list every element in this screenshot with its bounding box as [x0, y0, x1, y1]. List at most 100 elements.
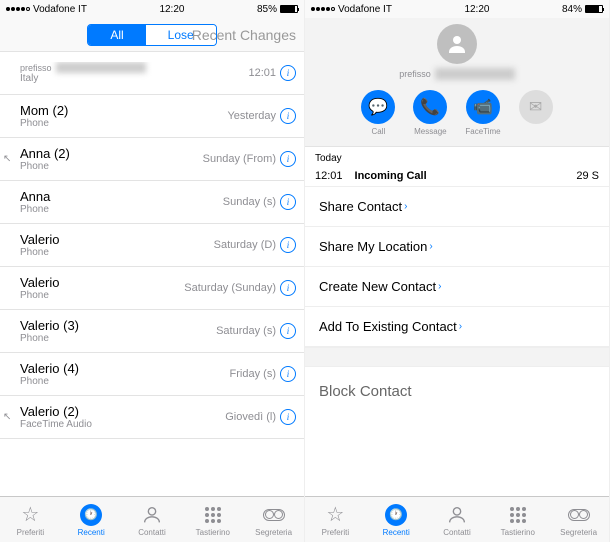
row-name: Valerio: [20, 275, 184, 290]
status-bar: Vodafone IT 12:20 85%: [0, 0, 304, 18]
call-row[interactable]: prefisso Italy 12:01 i: [0, 52, 304, 95]
contact-name: [435, 68, 515, 80]
tab-contatti[interactable]: Contatti: [427, 497, 488, 542]
call-row[interactable]: Valerio Phone Saturday (D) i: [0, 224, 304, 267]
signal-dots-icon: [6, 7, 30, 11]
battery-pct: 85%: [257, 4, 277, 15]
info-icon[interactable]: i: [280, 194, 296, 210]
row-when: Yesterday: [227, 110, 276, 122]
action-message[interactable]: 💬Call: [361, 90, 395, 136]
battery-icon: [585, 5, 603, 13]
phone-icon: 📞: [413, 90, 447, 124]
row-sub: Phone: [20, 333, 216, 344]
call-row[interactable]: Anna Phone Sunday (s) i: [0, 181, 304, 224]
row-when: Saturday (D): [214, 239, 276, 251]
carrier-label: Vodafone IT: [338, 4, 392, 15]
chevron-icon: ›: [438, 281, 441, 292]
row-sub: Phone: [20, 247, 214, 258]
call-row[interactable]: Mom (2) Phone Yesterday i: [0, 95, 304, 138]
row-prefix: prefisso: [20, 63, 52, 73]
voicemail-icon: [262, 503, 286, 527]
menu-row[interactable]: Create New Contact›: [305, 267, 609, 307]
tab-contatti[interactable]: Contatti: [122, 497, 183, 542]
menu-label: Share My Location: [319, 239, 427, 254]
menu-row[interactable]: Share My Location›: [305, 227, 609, 267]
call-row[interactable]: Valerio Phone Saturday (Sunday) i: [0, 267, 304, 310]
log-header: Today: [305, 147, 609, 166]
action-label: Message: [414, 127, 446, 136]
action-label: Call: [371, 127, 385, 136]
row-when: Sunday (s): [223, 196, 276, 208]
clock-icon: 🕐: [384, 503, 408, 527]
tab-segreteria[interactable]: Segreteria: [243, 497, 304, 542]
info-icon[interactable]: i: [280, 409, 296, 425]
action-phone[interactable]: 📞 Message: [413, 90, 447, 136]
row-sub: Phone: [20, 118, 227, 129]
tab-label: Preferiti: [17, 528, 45, 537]
log-type: Incoming Call: [355, 170, 427, 182]
contact-header: prefisso 💬Call📞Message📹FaceTime✉: [305, 18, 609, 147]
row-name: [56, 62, 146, 73]
info-icon[interactable]: i: [280, 323, 296, 339]
row-sub: Phone: [20, 161, 203, 172]
voicemail-icon: [567, 503, 591, 527]
call-log-row: 12:01 Incoming Call 29 S: [305, 166, 609, 187]
tab-tastierino[interactable]: Tastierino: [487, 497, 548, 542]
info-icon[interactable]: i: [280, 65, 296, 81]
star-icon: ☆: [18, 503, 42, 527]
call-row[interactable]: ↖ Valerio (2) FaceTime Audio Giovedì (l)…: [0, 396, 304, 439]
tab-tastierino[interactable]: Tastierino: [182, 497, 243, 542]
row-when: Friday (s): [230, 368, 276, 380]
action-video[interactable]: 📹FaceTime: [465, 90, 500, 136]
block-contact-row[interactable]: Block Contact: [305, 367, 609, 416]
menu-row[interactable]: Add To Existing Contact›: [305, 307, 609, 347]
call-row[interactable]: Valerio (4) Phone Friday (s) i: [0, 353, 304, 396]
tab-label: Segreteria: [560, 528, 597, 537]
info-icon[interactable]: i: [280, 280, 296, 296]
menu-section: Share Contact›Share My Location›Create N…: [305, 187, 609, 347]
star-icon: ☆: [323, 503, 347, 527]
row-when: Giovedì (l): [225, 411, 276, 423]
tab-segreteria[interactable]: Segreteria: [548, 497, 609, 542]
row-name: Mom (2): [20, 103, 227, 118]
tab-label: Segreteria: [255, 528, 292, 537]
tab-preferiti[interactable]: ☆Preferiti: [305, 497, 366, 542]
info-icon[interactable]: i: [280, 151, 296, 167]
call-row[interactable]: Valerio (3) Phone Saturday (s) i: [0, 310, 304, 353]
video-icon: 📹: [466, 90, 500, 124]
tab-label: Contatti: [443, 528, 471, 537]
row-name: Valerio: [20, 232, 214, 247]
person-icon: [445, 503, 469, 527]
chevron-icon: ›: [404, 201, 407, 212]
tab-preferiti[interactable]: ☆Preferiti: [0, 497, 61, 542]
row-when: Saturday (Sunday): [184, 282, 276, 294]
info-icon[interactable]: i: [280, 366, 296, 382]
row-when: 12:01: [248, 67, 276, 79]
info-icon[interactable]: i: [280, 237, 296, 253]
row-sub: Phone: [20, 376, 230, 387]
menu-row[interactable]: Share Contact›: [305, 187, 609, 227]
action-row: 💬Call 📞 Message 📹FaceTime ✉: [361, 90, 552, 136]
log-duration: 29 S: [576, 170, 599, 182]
tab-label: Tastierino: [501, 528, 535, 537]
tab-label: Tastierino: [196, 528, 230, 537]
mail-icon: ✉: [519, 90, 553, 124]
outgoing-icon: ↖: [3, 412, 11, 423]
segment-all[interactable]: All: [88, 25, 145, 45]
keypad-icon: [201, 503, 225, 527]
row-name: Valerio (3): [20, 318, 216, 333]
tab-recenti[interactable]: 🕐Recenti: [61, 497, 122, 542]
row-name: Valerio (2): [20, 404, 225, 419]
edit-link[interactable]: Recent Changes: [192, 27, 296, 43]
call-row[interactable]: ↖ Anna (2) Phone Sunday (From) i: [0, 138, 304, 181]
info-icon[interactable]: i: [280, 108, 296, 124]
log-time: 12:01: [315, 170, 343, 182]
row-sub: Italy: [20, 73, 248, 84]
clock-label: 12:20: [464, 4, 489, 15]
person-icon: [140, 503, 164, 527]
battery-icon: [280, 5, 298, 13]
tab-recenti[interactable]: 🕐Recenti: [366, 497, 427, 542]
menu-label: Share Contact: [319, 199, 402, 214]
call-log-section: Today 12:01 Incoming Call 29 S: [305, 147, 609, 187]
action-mail: ✉: [519, 90, 553, 136]
